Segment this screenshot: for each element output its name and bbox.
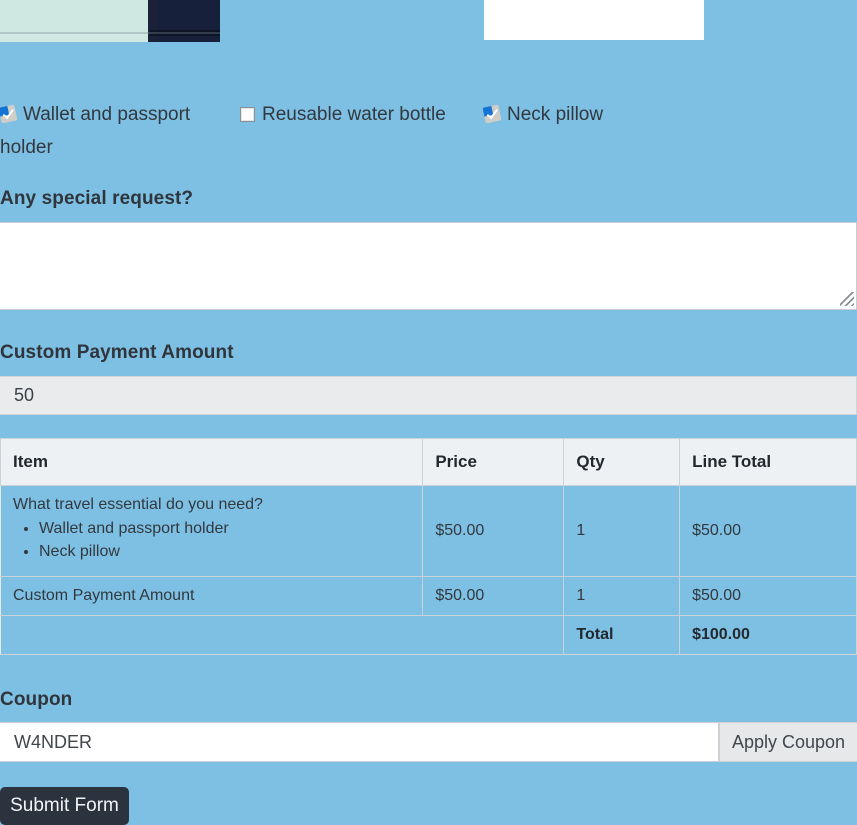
- row-qty: 1: [563, 485, 681, 577]
- option-pillow-label[interactable]: Neck pillow: [482, 98, 604, 131]
- row-item-title: What travel essential do you need?: [13, 496, 263, 513]
- total-blank-cell: [0, 615, 565, 655]
- table-row: What travel essential do you need? Walle…: [0, 485, 857, 577]
- reusable-water-bottle-image: [240, 0, 470, 42]
- header-item: Item: [0, 438, 424, 486]
- checkbox-checked-icon[interactable]: [0, 104, 18, 124]
- neck-pillow-image: [484, 0, 704, 40]
- summary-header-row: Item Price Qty Line Total: [0, 438, 857, 486]
- option-bottle-label-text: Reusable water bottle: [262, 104, 446, 125]
- row-price: $50.00: [422, 576, 565, 616]
- option-pillow-label-text: Neck pillow: [507, 104, 604, 125]
- submit-form-button[interactable]: Submit Form: [0, 787, 129, 825]
- row-line-total: $50.00: [679, 576, 857, 616]
- header-price: Price: [422, 438, 565, 486]
- option-wallet-label-text: Wallet and passport holder: [0, 104, 191, 158]
- special-request-label: Any special request?: [0, 188, 194, 209]
- coupon-label: Coupon: [0, 689, 73, 710]
- coupon-input[interactable]: [0, 722, 719, 762]
- summary-table-head: Item Price Qty Line Total: [0, 438, 857, 486]
- header-qty: Qty: [563, 438, 681, 486]
- checkbox-unchecked-icon[interactable]: [240, 107, 255, 122]
- neck-pillow-photo-icon: [484, 0, 704, 40]
- option-wallet-label[interactable]: Wallet and passport holder: [0, 98, 220, 164]
- row-price: $50.00: [422, 485, 565, 577]
- row-line-total: $50.00: [679, 485, 857, 577]
- water-bottle-photo-icon: [240, 0, 470, 42]
- special-request-input[interactable]: [0, 222, 857, 310]
- row-item-bullets: Wallet and passport holder Neck pillow: [13, 520, 410, 561]
- header-line-total: Line Total: [679, 438, 857, 486]
- row-item-title: Custom Payment Amount: [0, 576, 424, 616]
- summary-total-row: Total $100.00: [0, 615, 857, 655]
- custom-payment-amount-input[interactable]: [0, 376, 857, 415]
- custom-payment-amount-label: Custom Payment Amount: [0, 342, 234, 363]
- row-item-cell: What travel essential do you need? Walle…: [0, 485, 424, 577]
- apply-coupon-button[interactable]: Apply Coupon: [719, 722, 857, 762]
- total-label: Total: [563, 615, 681, 655]
- wallet-photo-icon: [0, 0, 220, 42]
- total-value: $100.00: [679, 615, 857, 655]
- wallet-and-passport-holder-image: [0, 0, 220, 42]
- option-bottle-label[interactable]: Reusable water bottle: [240, 98, 446, 131]
- table-row: Custom Payment Amount $50.00 1 $50.00: [0, 576, 857, 616]
- list-item: Neck pillow: [39, 543, 410, 561]
- list-item: Wallet and passport holder: [39, 520, 410, 538]
- row-qty: 1: [563, 576, 681, 616]
- travel-essential-options: Wallet and passport holder Reusable wate…: [0, 0, 857, 168]
- checkbox-checked-icon[interactable]: [482, 104, 502, 124]
- summary-table-body: What travel essential do you need? Walle…: [0, 485, 857, 655]
- order-summary-table: Item Price Qty Line Total What travel es…: [0, 438, 857, 655]
